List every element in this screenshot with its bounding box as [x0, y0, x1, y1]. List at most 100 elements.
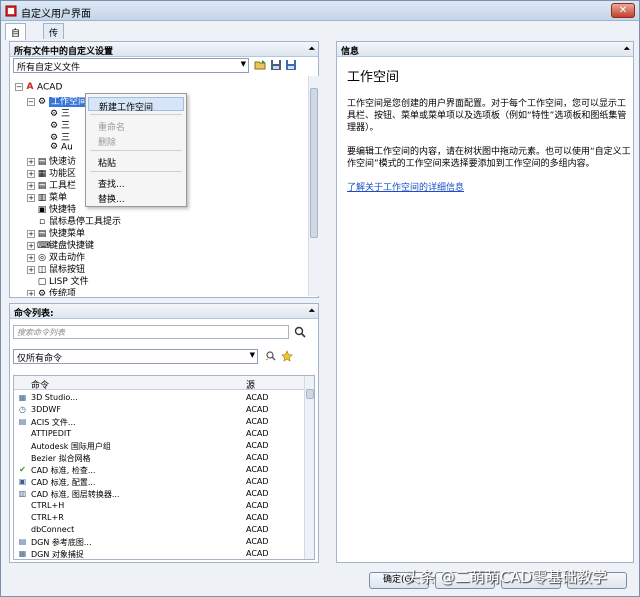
- context-menu-new-workspace[interactable]: 新建工作空间: [88, 97, 184, 113]
- command-name: CTRL+H: [31, 501, 65, 510]
- command-row[interactable]: ATTIPEDIT ACAD: [14, 428, 304, 440]
- tree-node[interactable]: + ▤ 快速访: [27, 154, 76, 167]
- toolbar-icon: ▤: [37, 156, 47, 167]
- command-filter-select[interactable]: 仅所有命令 ▼: [13, 349, 258, 364]
- command-row[interactable]: ▦ DGN 对象捕捉 ACAD: [14, 548, 304, 559]
- find-command-icon[interactable]: [265, 350, 277, 362]
- command-row[interactable]: CTRL+H ACAD: [14, 500, 304, 512]
- tree-node[interactable]: ▣ 快捷特: [27, 202, 76, 215]
- command-name: ACIS 文件...: [31, 418, 76, 427]
- open-file-icon[interactable]: [254, 59, 266, 71]
- save-as-icon[interactable]: [285, 59, 297, 71]
- tree-node[interactable]: + ◎ 双击动作: [27, 250, 85, 263]
- tree-node[interactable]: + ⚙ 传统项: [27, 286, 76, 296]
- save-icon[interactable]: [270, 59, 282, 71]
- expand-toggle-icon[interactable]: +: [27, 241, 35, 250]
- chevron-down-icon: ▼: [240, 60, 246, 68]
- command-name: CAD 标准, 配置...: [31, 478, 96, 487]
- command-source: ACAD: [246, 465, 269, 474]
- context-menu-paste[interactable]: 粘贴: [88, 154, 184, 169]
- new-command-icon[interactable]: [281, 350, 293, 362]
- collapse-icon[interactable]: ⏶: [624, 44, 630, 54]
- command-row[interactable]: ▤ ACIS 文件... ACAD: [14, 416, 304, 428]
- command-row[interactable]: ◷ 3DDWF ACAD: [14, 404, 304, 416]
- command-row[interactable]: ▦ 3D Studio... ACAD: [14, 392, 304, 404]
- collapse-icon[interactable]: ⏶: [309, 306, 315, 316]
- command-source: ACAD: [246, 501, 269, 510]
- command-row[interactable]: ▤ DGN 参考底图... ACAD: [14, 536, 304, 548]
- expand-toggle-icon[interactable]: +: [27, 181, 35, 190]
- tree-node[interactable]: ⚙ 三: [39, 106, 70, 119]
- close-button[interactable]: ✕: [611, 3, 635, 18]
- context-menu-delete[interactable]: 删除: [88, 133, 184, 148]
- command-list-grid[interactable]: 命令 源 ▦ 3D Studio... ACAD ◷ 3DDWF ACAD ▤ ACIS 文件…: [13, 375, 315, 560]
- expand-toggle-icon[interactable]: +: [27, 169, 35, 178]
- double-click-icon: ◎: [38, 252, 46, 263]
- collapse-icon[interactable]: ⏶: [309, 44, 315, 54]
- tree-node-label: Au: [61, 142, 73, 153]
- tree-node[interactable]: + ▤ 快捷菜单: [27, 226, 85, 239]
- expand-toggle-icon[interactable]: −: [15, 83, 23, 91]
- command-name: dbConnect: [31, 525, 75, 534]
- customizations-panel-title: 所有文件中的自定义设置: [14, 47, 114, 57]
- command-search-input[interactable]: 搜索命令列表: [13, 325, 289, 339]
- expand-toggle-icon[interactable]: +: [27, 157, 35, 166]
- command-row[interactable]: ▣ CAD 标准, 配置... ACAD: [14, 476, 304, 488]
- command-row[interactable]: Bezier 拟合网格 ACAD: [14, 452, 304, 464]
- tab-transfer[interactable]: 传输: [43, 23, 65, 52]
- acad-icon: A: [26, 82, 34, 92]
- command-name: 3DDWF: [31, 405, 61, 414]
- app-icon: [5, 5, 17, 17]
- tree-node[interactable]: ▫ 鼠标悬停工具提示: [27, 214, 121, 227]
- learn-more-link[interactable]: 了解关于工作空间的详细信息: [347, 183, 464, 193]
- expand-toggle-icon[interactable]: +: [27, 193, 35, 202]
- column-source[interactable]: 源: [246, 378, 255, 391]
- context-menu-find[interactable]: 查找...: [88, 175, 184, 190]
- expand-toggle-icon[interactable]: +: [27, 229, 35, 238]
- tree-node[interactable]: − ⚙ 工作空间: [27, 94, 90, 107]
- context-menu-replace[interactable]: 替换...: [88, 190, 184, 205]
- tree-node[interactable]: + ▤ 工具栏: [27, 178, 76, 191]
- tree-node[interactable]: + ⌨键盘快捷键: [27, 238, 94, 251]
- tree-scrollbar[interactable]: [308, 76, 319, 296]
- tree-node[interactable]: + ▥ 菜单: [27, 190, 67, 203]
- tree-node[interactable]: ⚙ 三: [39, 118, 70, 131]
- expand-toggle-icon[interactable]: +: [27, 289, 35, 296]
- tree-node[interactable]: + ◫ 鼠标按钮: [27, 262, 85, 275]
- command-row[interactable]: ▥ CAD 标准, 图层转换器... ACAD: [14, 488, 304, 500]
- command-row[interactable]: ✔ CAD 标准, 检查... ACAD: [14, 464, 304, 476]
- command-row[interactable]: Autodesk 国际用户组 ACAD: [14, 440, 304, 452]
- command-source: ACAD: [246, 417, 269, 426]
- customization-file-select-value: 所有自定义文件: [17, 63, 81, 73]
- tree-node[interactable]: − A ACAD: [15, 82, 62, 94]
- command-list-scrollbar-thumb[interactable]: [306, 389, 314, 399]
- lisp-icon: ▢: [37, 276, 47, 287]
- info-paragraph-2: 要编辑工作空间的内容，请在树状图中拖动元素。也可以使用“自定义工作空间”模式的工…: [347, 147, 631, 169]
- expand-toggle-icon[interactable]: +: [27, 265, 35, 274]
- command-source: ACAD: [246, 537, 269, 546]
- expand-toggle-icon[interactable]: +: [27, 253, 35, 262]
- gear-icon: ⚙: [49, 120, 59, 131]
- context-menu-separator: [90, 171, 182, 172]
- expand-toggle-icon[interactable]: −: [27, 97, 35, 106]
- quick-properties-icon: ▣: [37, 204, 47, 215]
- tree-node[interactable]: ⚙ 三: [39, 130, 70, 143]
- command-list-scrollbar[interactable]: [304, 376, 314, 559]
- tab-customize[interactable]: 自定义: [5, 23, 27, 65]
- check-icon: ✔: [19, 465, 26, 474]
- search-icon[interactable]: [294, 326, 306, 338]
- tree-node[interactable]: ⚙ Au: [39, 142, 73, 154]
- customization-file-select[interactable]: 所有自定义文件 ▼: [13, 58, 249, 73]
- tree-scrollbar-thumb[interactable]: [310, 88, 318, 238]
- column-command[interactable]: 命令: [31, 378, 49, 391]
- tree-spacer: [39, 143, 47, 151]
- tree-node[interactable]: ▢ LISP 文件: [27, 274, 89, 287]
- command-row[interactable]: CTRL+R ACAD: [14, 512, 304, 524]
- command-row[interactable]: dbConnect ACAD: [14, 524, 304, 536]
- context-menu-separator: [90, 150, 182, 151]
- shortcut-menu-icon: ▤: [37, 228, 47, 239]
- command-source: ACAD: [246, 453, 269, 462]
- tree-node[interactable]: + ▦ 功能区: [27, 166, 76, 179]
- context-menu-rename[interactable]: 重命名: [88, 118, 184, 133]
- command-source: ACAD: [246, 525, 269, 534]
